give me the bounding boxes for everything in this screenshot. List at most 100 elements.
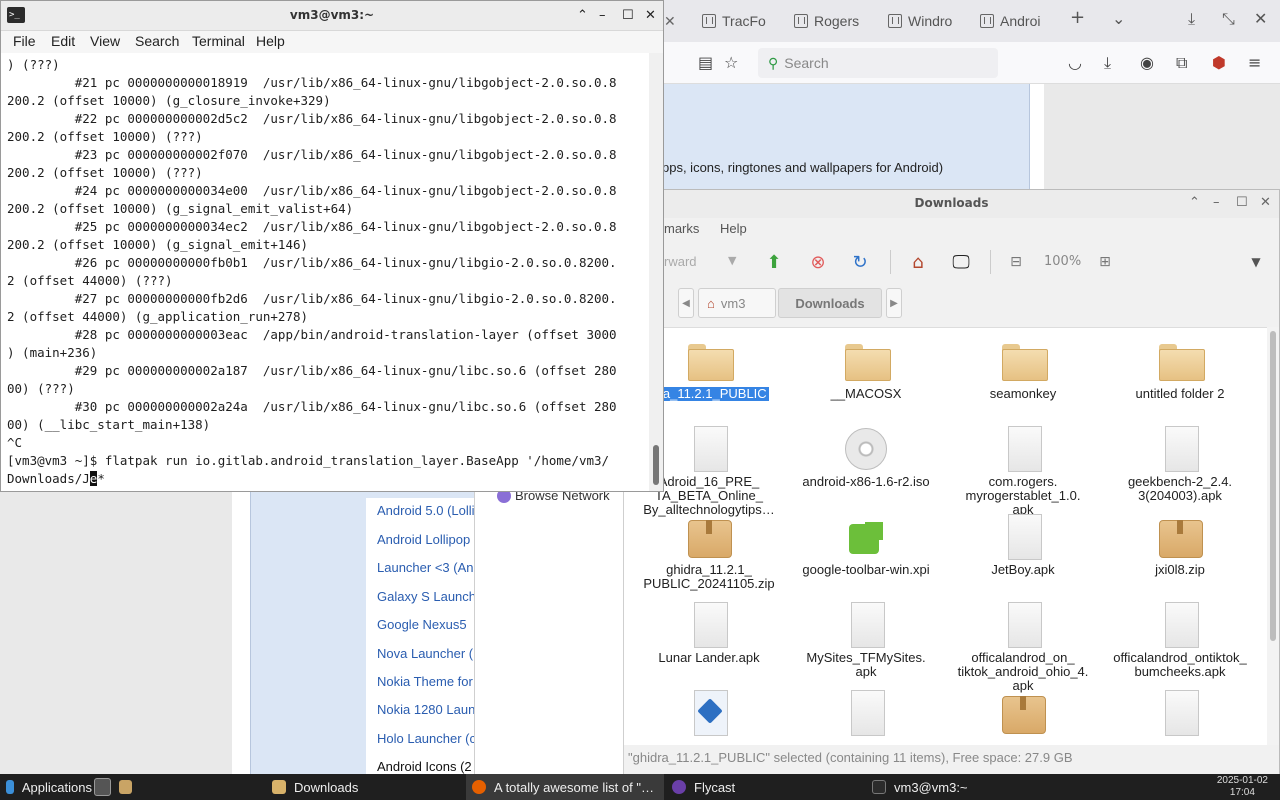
file-item[interactable]: jxi0l8.zip [1105,514,1255,578]
file-label: ghidra_11.2.1_ PUBLIC_20241105.zip [643,562,775,591]
forward-button-label[interactable]: rward [664,254,697,269]
file-item[interactable] [791,690,941,745]
terminal-input-line[interactable]: Downloads/Je* [7,470,649,488]
link-item[interactable]: Launcher <3 (An [377,560,473,575]
minimize-icon[interactable]: – [599,8,606,23]
file-item[interactable]: google-toolbar-win.xpi [791,514,941,578]
close-icon[interactable]: ✕ [1260,195,1271,210]
file-item[interactable]: seamonkey [948,338,1098,402]
downloads-icon[interactable]: ⤓ [1104,53,1111,73]
home-icon[interactable]: ⌂ [906,250,930,274]
path-right-arrow-icon[interactable]: ▶ [886,288,902,318]
fm-titlebar[interactable]: Downloads ⌃ – ☐ ✕ [624,190,1279,218]
fm-scrollbar[interactable] [1267,327,1279,745]
download-arrow-icon[interactable]: ⤓ [1188,9,1195,29]
file-item[interactable]: MySites_TFMySites. apk [791,602,941,680]
menu-edit[interactable]: Edit [51,33,75,49]
file-item[interactable]: officalandrod_on_ tiktok_android_ohio_4.… [948,602,1098,694]
browser-tab-android[interactable]: Androi [980,6,1046,36]
file-item[interactable]: __MACOSX [791,338,941,402]
menu-help[interactable]: Help [720,221,747,236]
link-item[interactable]: Nova Launcher ( [377,646,473,661]
taskbar: Applications Downloads A totally awesome… [0,774,1280,800]
tab-close-icon[interactable]: ✕ [664,6,688,36]
pocket-icon[interactable]: ◡ [1068,53,1082,72]
file-item[interactable] [634,690,784,745]
menu-search[interactable]: Search [135,33,179,49]
file-label: android-x86-1.6-r2.iso [802,474,930,489]
bookmark-star-icon[interactable]: ☆ [724,53,738,72]
file-label: jxi0l8.zip [1155,562,1205,577]
link-item[interactable]: Galaxy S Launch [377,589,476,604]
crumb-downloads[interactable]: Downloads [778,288,882,318]
close-icon[interactable]: ✕ [645,8,656,23]
account-icon[interactable]: ◉ [1140,53,1154,72]
link-item[interactable]: Android Icons (2 [377,759,472,774]
file-item[interactable]: com.rogers. myrogerstablet_1.0. apk [948,426,1098,518]
computer-icon[interactable]: 🖵 [949,250,973,274]
toolbar-menu-icon[interactable]: ▼ [1244,250,1268,274]
task-flycast[interactable]: Flycast [666,774,862,800]
file-item[interactable]: JetBoy.apk [948,514,1098,578]
chevron-up-icon[interactable]: ⌃ [577,8,588,23]
path-left-arrow-icon[interactable]: ◀ [678,288,694,318]
stop-icon[interactable]: ⊗ [806,250,830,274]
reader-view-icon[interactable]: ▤ [698,53,713,72]
menu-terminal[interactable]: Terminal [192,33,245,49]
link-item[interactable]: Google Nexus5 [377,617,467,632]
scrollbar-thumb[interactable] [1270,331,1276,641]
menu-view[interactable]: View [90,33,120,49]
close-icon[interactable]: ✕ [1254,9,1267,28]
maximize-icon[interactable]: ☐ [1236,195,1248,210]
file-item[interactable]: officalandrod_ontiktok_ bumcheeks.apk [1105,602,1255,680]
chevron-down-icon[interactable]: ⌄ [1112,9,1125,28]
extensions-icon[interactable]: ⧉ [1176,53,1187,73]
file-item[interactable]: geekbench-2_2.4. 3(204003).apk [1105,426,1255,504]
menu-help[interactable]: Help [256,33,285,49]
browser-search-field[interactable]: ⚲ Search [758,48,998,78]
chevron-up-icon[interactable]: ⌃ [1189,195,1200,210]
task-browser[interactable]: A totally awesome list of "… [466,774,664,800]
file-item[interactable]: untitled folder 2 [1105,338,1255,402]
restore-icon[interactable]: ⤡ [1222,9,1235,29]
file-item[interactable] [1105,690,1255,745]
link-item[interactable]: Nokia 1280 Laun [377,702,475,717]
reload-icon[interactable]: ↻ [848,250,872,274]
menu-file[interactable]: File [13,33,36,49]
document-icon [1000,514,1046,560]
terminal-output[interactable]: ) (???) #21 pc 0000000000018919 /usr/lib… [1,53,649,491]
zoom-out-icon[interactable]: ⊟ [1004,250,1028,274]
file-item[interactable]: ghidra_11.2.1_ PUBLIC_20241105.zip [634,514,784,592]
forward-dropdown-icon[interactable]: ▼ [728,254,736,267]
menu-bookmarks[interactable]: marks [664,221,699,236]
ublock-icon[interactable]: ⬢ [1212,53,1226,72]
clock[interactable]: 2025-01-02 17:04 [1217,775,1268,799]
new-tab-icon[interactable]: + [1070,7,1085,28]
browser-tab-tracfone[interactable]: TracFo [702,6,768,36]
link-item[interactable]: Android 5.0 (Lolli [377,503,475,518]
task-downloads[interactable]: Downloads [266,774,462,800]
file-item[interactable]: android-x86-1.6-r2.iso [791,426,941,490]
crumb-home[interactable]: ⌂ vm3 [698,288,776,318]
applications-menu-button[interactable]: Applications [0,774,92,800]
document-icon [1157,602,1203,648]
zoom-in-icon[interactable]: ⊞ [1093,250,1117,274]
archive-icon [1000,690,1046,736]
link-item[interactable]: Holo Launcher (c [377,731,476,746]
maximize-icon[interactable]: ☐ [622,8,634,23]
up-arrow-icon[interactable]: ⬆ [762,250,786,274]
link-item[interactable]: Android Lollipop [377,532,470,547]
link-item[interactable]: Nokia Theme for [377,674,473,689]
file-item[interactable]: Lunar Lander.apk [634,602,784,666]
terminal-titlebar[interactable]: >_ vm3@vm3:~ ⌃ – ☐ ✕ [1,1,663,31]
browser-tab-rogers[interactable]: Rogers [794,6,860,36]
minimize-icon[interactable]: – [1213,195,1220,210]
task-terminal[interactable]: vm3@vm3:~ [866,774,1062,800]
file-label: untitled folder 2 [1135,386,1225,401]
hamburger-menu-icon[interactable]: ≡ [1248,53,1261,72]
workspace-switcher[interactable] [92,774,132,800]
browser-tab-windroid[interactable]: Windro [888,6,954,36]
file-item[interactable] [948,690,1098,745]
scrollbar-thumb[interactable] [653,445,659,485]
terminal-scrollbar[interactable] [649,53,663,491]
